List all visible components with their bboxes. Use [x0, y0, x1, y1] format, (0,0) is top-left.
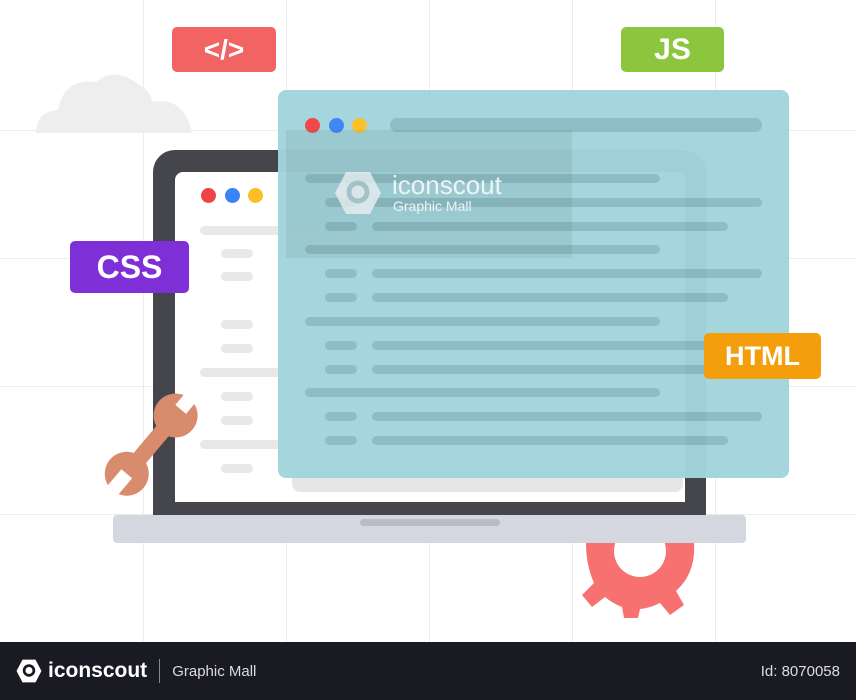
footer-divider [159, 659, 161, 683]
watermark-sub: Graphic Mall [393, 198, 472, 214]
html-badge: HTML [704, 333, 821, 379]
footer-bar: iconscout Graphic Mall Id: 8070058 [0, 642, 856, 700]
cloud-icon [36, 74, 192, 133]
watermark: iconscout Graphic Mall [286, 130, 572, 258]
iconscout-logo-icon [335, 172, 381, 214]
footer-brand: iconscout [48, 659, 148, 682]
css-badge: CSS [70, 241, 189, 293]
html-tag-badge: </> [172, 27, 276, 72]
footer-id: Id: 8070058 [760, 662, 840, 680]
footer-author: Graphic Mall [172, 662, 257, 680]
laptop-base [113, 515, 746, 543]
iconscout-logo-icon [16, 659, 42, 683]
gear-icon [582, 543, 695, 618]
watermark-brand: iconscout [392, 170, 502, 200]
wrench-icon [104, 388, 201, 496]
js-badge: JS [621, 27, 724, 72]
